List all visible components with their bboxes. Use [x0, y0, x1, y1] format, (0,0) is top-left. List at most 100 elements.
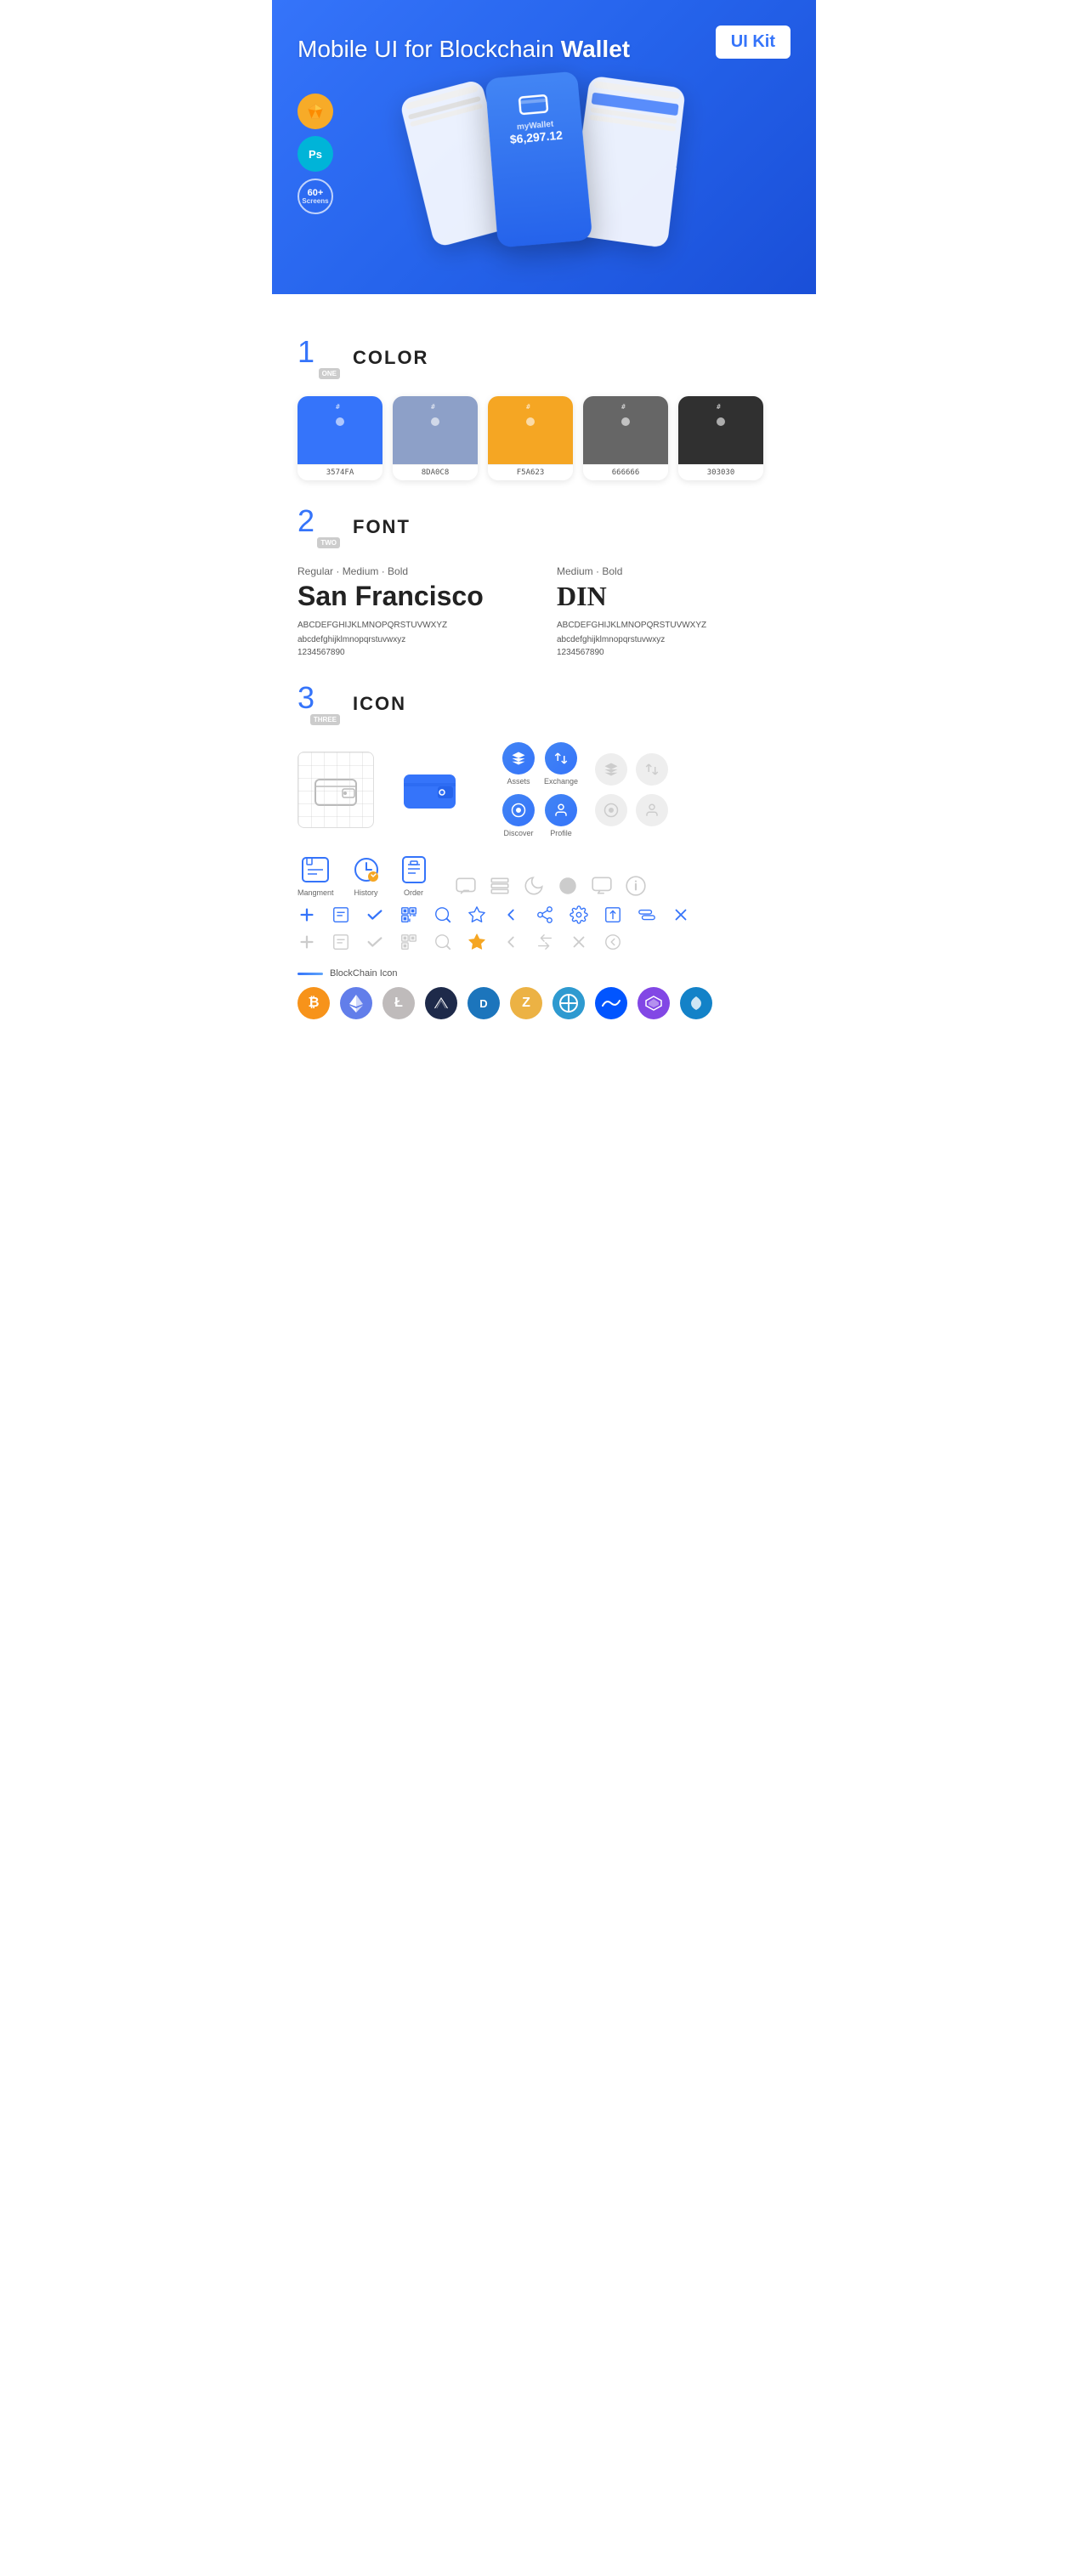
swap-arrows-icon-gray	[536, 933, 554, 951]
discover-label: Discover	[504, 829, 534, 837]
utility-icons-gray	[298, 933, 790, 951]
profile-icon-item: Profile	[544, 794, 578, 837]
main-content: 1 ONE COLOR # 3574FA # 8DA0C8	[272, 294, 816, 1036]
crypto-icons-row: ₿ Ł D Z	[298, 987, 790, 1019]
chat-icon	[591, 875, 613, 897]
plus-icon-gray	[298, 933, 316, 951]
edit-icon-gray	[332, 933, 350, 951]
font-section-header: 2 TWO FONT	[298, 506, 790, 548]
assets-icon-item: Assets	[502, 742, 536, 786]
utility-icons-colored	[298, 905, 790, 924]
dash-icon: D	[468, 987, 500, 1019]
ui-kit-badge: UI Kit	[716, 26, 790, 59]
stratis-icon	[680, 987, 712, 1019]
icon-showcase: Assets Exchange Discover P	[298, 742, 790, 837]
sf-style-label: Regular · Medium · Bold	[298, 565, 531, 577]
tab-icons-gray	[595, 753, 668, 826]
back-icon-gray	[604, 933, 622, 951]
close-icon	[672, 905, 690, 924]
sf-font-name: San Francisco	[298, 581, 531, 612]
mangment-label: Mangment	[298, 888, 334, 897]
font-section-number: 2 TWO	[298, 506, 340, 548]
comment-icon	[455, 875, 477, 897]
color-section-number: 1 ONE	[298, 337, 340, 379]
profile-icon	[545, 794, 577, 826]
swap-icon	[638, 905, 656, 924]
chevron-left-icon	[502, 905, 520, 924]
polygon-icon	[638, 987, 670, 1019]
discover-icon-item: Discover	[502, 794, 536, 837]
hero-section: Mobile UI for Blockchain Wallet UI Kit P…	[272, 0, 816, 294]
stack-icon	[489, 875, 511, 897]
font-section-title: FONT	[353, 516, 411, 538]
din-style-label: Medium · Bold	[557, 565, 790, 577]
din-lowercase: abcdefghijklmnopqrstuvwxyz	[557, 633, 790, 646]
search-icon	[434, 905, 452, 924]
assets-icon	[502, 742, 535, 775]
exchange-icon-item: Exchange	[544, 742, 578, 786]
edit-icon	[332, 905, 350, 924]
phone-center: myWallet $6,297.12	[484, 71, 592, 248]
circle-icon	[557, 875, 579, 897]
discover-icon	[502, 794, 535, 826]
misc-icons	[455, 875, 647, 897]
litecoin-icon: Ł	[382, 987, 415, 1019]
color-swatch-gray-blue: # 8DA0C8	[393, 396, 478, 480]
waves-icon	[595, 987, 627, 1019]
color-swatch-blue: # 3574FA	[298, 396, 382, 480]
share-icon	[536, 905, 554, 924]
color-swatch-orange: # F5A623	[488, 396, 573, 480]
close-icon-gray	[570, 933, 588, 951]
font-san-francisco: Regular · Medium · Bold San Francisco AB…	[298, 565, 531, 657]
qtum-icon	[552, 987, 585, 1019]
star-icon-orange	[468, 933, 486, 951]
plus-icon	[298, 905, 316, 924]
upload-icon	[604, 905, 622, 924]
din-font-name: DIN	[557, 581, 790, 612]
icon-wireframe-wallet	[298, 752, 374, 828]
order-icon-item: Order	[399, 854, 429, 897]
gear-icon	[570, 905, 588, 924]
discover-icon-gray	[595, 794, 627, 826]
bitcoin-icon: ₿	[298, 987, 330, 1019]
wings-icon	[425, 987, 457, 1019]
icon-filled-wallet	[391, 752, 468, 828]
color-section-title: COLOR	[353, 347, 428, 369]
search-icon-gray	[434, 933, 452, 951]
nav-icons-row: Mangment History Order	[298, 854, 790, 897]
din-uppercase: ABCDEFGHIJKLMNOPQRSTUVWXYZ	[557, 619, 790, 632]
color-section-header: 1 ONE COLOR	[298, 337, 790, 379]
assets-icon-gray	[595, 753, 627, 786]
ethereum-icon	[340, 987, 372, 1019]
font-din: Medium · Bold DIN ABCDEFGHIJKLMNOPQRSTUV…	[557, 565, 790, 657]
exchange-icon-gray	[636, 753, 668, 786]
qr-icon-gray	[400, 933, 418, 951]
sf-uppercase: ABCDEFGHIJKLMNOPQRSTUVWXYZ	[298, 619, 531, 632]
sf-numbers: 1234567890	[298, 648, 531, 657]
blockchain-label-text: BlockChain Icon	[330, 968, 398, 979]
icon-section-number: 3 THREE	[298, 683, 340, 725]
exchange-label: Exchange	[544, 777, 578, 786]
moon-icon	[523, 875, 545, 897]
icon-section-header: 3 THREE ICON	[298, 683, 790, 725]
zcash-icon: Z	[510, 987, 542, 1019]
sf-lowercase: abcdefghijklmnopqrstuvwxyz	[298, 633, 531, 646]
star-icon	[468, 905, 486, 924]
phone-mockups: myWallet $6,297.12	[294, 75, 795, 244]
din-numbers: 1234567890	[557, 648, 790, 657]
info-icon	[625, 875, 647, 897]
blockchain-label-line	[298, 973, 323, 975]
mangment-icon-item: Mangment	[298, 854, 334, 897]
history-label: History	[354, 888, 378, 897]
qr-icon	[400, 905, 418, 924]
color-swatches: # 3574FA # 8DA0C8 # F5A623	[298, 396, 790, 480]
icon-section-title: ICON	[353, 693, 406, 715]
profile-icon-gray	[636, 794, 668, 826]
font-grid: Regular · Medium · Bold San Francisco AB…	[298, 565, 790, 657]
blockchain-label-row: BlockChain Icon	[298, 968, 790, 979]
check-icon-gray	[366, 933, 384, 951]
tab-icons-colored: Assets Exchange Discover P	[502, 742, 578, 837]
check-icon	[366, 905, 384, 924]
color-swatch-dark: # 303030	[678, 396, 763, 480]
color-swatch-gray: # 666666	[583, 396, 668, 480]
